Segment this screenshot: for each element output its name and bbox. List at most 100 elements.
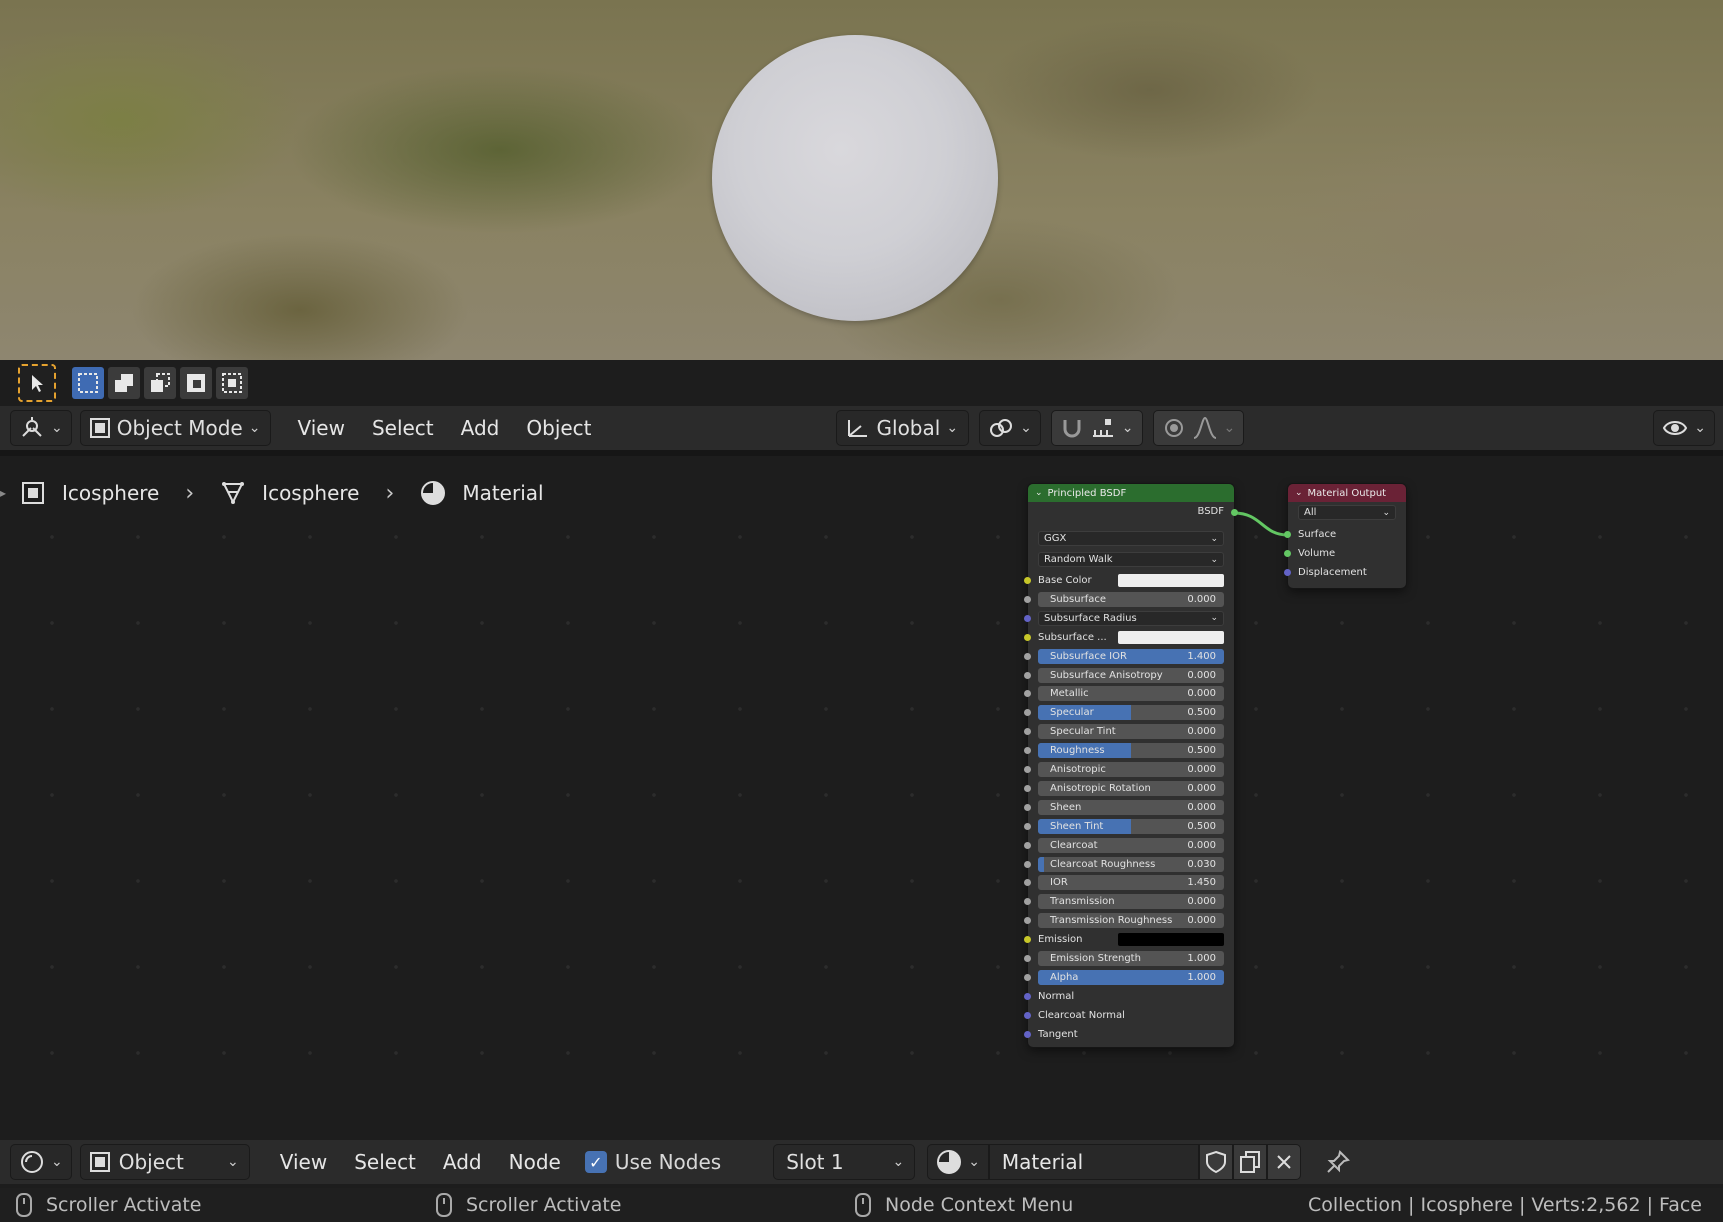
color-swatch[interactable] (1118, 574, 1224, 587)
icosphere-object[interactable] (712, 35, 998, 321)
select-cursor-tool[interactable] (18, 364, 56, 402)
slot-dropdown[interactable]: Slot 1 ⌄ (773, 1144, 916, 1180)
menu-node[interactable]: Node (509, 1150, 561, 1174)
displacement-socket[interactable] (1284, 569, 1291, 576)
menu-select[interactable]: Select (372, 416, 434, 440)
slider-label: Transmission Roughness (1050, 915, 1173, 927)
slider-label: Emission Strength (1050, 953, 1141, 964)
use-nodes-checkbox[interactable]: ✓ (584, 1151, 607, 1173)
vector-dropdown[interactable]: Subsurface Radius ⌄ (1038, 610, 1224, 626)
menu-view[interactable]: View (297, 416, 344, 440)
value-slider[interactable]: Clearcoat Roughness 0.030 (1038, 856, 1224, 872)
select-mode-new-button[interactable] (72, 367, 104, 399)
input-socket[interactable] (1024, 955, 1031, 962)
input-socket[interactable] (1024, 633, 1031, 641)
subsurface-method-dropdown[interactable]: Random Walk ⌄ (1038, 552, 1224, 567)
value-slider[interactable]: Anisotropic Rotation 0.000 (1038, 780, 1224, 796)
menu-view[interactable]: View (280, 1150, 327, 1174)
principled-bsdf-header[interactable]: ⌄ Principled BSDF (1028, 484, 1234, 502)
pin-button[interactable] (1325, 1149, 1351, 1175)
value-slider[interactable]: Specular 0.500 (1038, 705, 1224, 721)
collapse-chevron-icon[interactable]: ⌄ (1035, 488, 1043, 498)
select-mode-difference-button[interactable] (180, 367, 212, 399)
input-socket[interactable] (1024, 936, 1031, 944)
menu-add[interactable]: Add (443, 1150, 482, 1174)
select-mode-intersect-button[interactable] (216, 367, 248, 399)
shader-type-dropdown[interactable]: Object ⌄ (79, 1144, 250, 1180)
menu-object[interactable]: Object (526, 416, 591, 440)
input-socket[interactable] (1024, 973, 1031, 981)
value-slider[interactable]: Subsurface 0.000 (1038, 591, 1224, 607)
input-socket[interactable] (1024, 860, 1031, 868)
unlink-material-button[interactable] (1266, 1144, 1301, 1180)
value-slider[interactable]: Transmission Roughness 0.000 (1038, 913, 1224, 929)
volume-socket[interactable] (1284, 550, 1291, 557)
use-nodes-toggle[interactable]: ✓ Use Nodes (584, 1150, 721, 1174)
distribution-dropdown[interactable]: GGX ⌄ (1038, 531, 1224, 546)
input-socket[interactable] (1024, 841, 1031, 849)
menu-add[interactable]: Add (461, 416, 500, 440)
node-editor-type-button[interactable]: ⌄ (10, 1144, 72, 1180)
input-socket[interactable] (1024, 1011, 1031, 1019)
input-socket[interactable] (1024, 614, 1031, 622)
input-socket[interactable] (1024, 747, 1031, 755)
value-slider[interactable]: Subsurface Anisotropy 0.000 (1038, 667, 1224, 683)
value-slider[interactable]: Alpha 1.000 (1038, 969, 1224, 985)
visibility-dropdown[interactable]: ⌄ (1653, 410, 1715, 446)
output-target-dropdown[interactable]: All ⌄ (1298, 505, 1396, 520)
select-mode-subtract-button[interactable] (144, 367, 176, 399)
value-slider[interactable]: Sheen 0.000 (1038, 799, 1224, 815)
material-output-node[interactable]: ⌄ Material Output All ⌄ Surface Volume D… (1284, 484, 1406, 588)
input-socket[interactable] (1024, 766, 1031, 773)
value-slider[interactable]: Anisotropic 0.000 (1038, 762, 1224, 777)
value-slider[interactable]: Clearcoat 0.000 (1038, 837, 1224, 853)
value-slider[interactable]: Emission Strength 1.000 (1038, 951, 1224, 966)
object-mode-icon (89, 418, 110, 438)
material-icon (937, 1150, 962, 1174)
color-swatch[interactable] (1118, 933, 1224, 947)
material-output-header[interactable]: ⌄ Material Output (1288, 484, 1406, 502)
input-socket[interactable] (1024, 898, 1031, 906)
input-socket[interactable] (1024, 879, 1031, 887)
input-socket[interactable] (1024, 690, 1031, 698)
input-socket[interactable] (1024, 728, 1031, 736)
pivot-point-dropdown[interactable]: ⌄ (979, 410, 1041, 446)
value-slider[interactable]: Sheen Tint 0.500 (1038, 818, 1224, 834)
material-browse-button[interactable]: ⌄ (927, 1144, 989, 1180)
duplicate-material-button[interactable] (1232, 1144, 1267, 1180)
node-editor-canvas[interactable] (0, 456, 1723, 1126)
value-slider[interactable]: IOR 1.450 (1038, 875, 1224, 891)
input-socket[interactable] (1024, 917, 1031, 925)
value-slider[interactable]: Roughness 0.500 (1038, 743, 1224, 759)
input-socket[interactable] (1024, 595, 1031, 603)
3d-viewport[interactable] (0, 0, 1723, 360)
surface-socket[interactable] (1284, 531, 1291, 538)
fake-user-button[interactable] (1198, 1144, 1233, 1180)
editor-type-button[interactable]: ⌄ (10, 410, 72, 446)
bsdf-output-socket[interactable] (1231, 509, 1238, 516)
value-slider[interactable]: Metallic 0.000 (1038, 686, 1224, 702)
principled-bsdf-node[interactable]: ⌄ Principled BSDF BSDF GGX ⌄ Random Walk… (1024, 484, 1238, 1047)
input-socket[interactable] (1024, 671, 1031, 679)
color-swatch[interactable] (1118, 630, 1224, 644)
input-socket[interactable] (1024, 784, 1031, 792)
value-slider[interactable]: Subsurface IOR 1.400 (1038, 648, 1224, 664)
object-mode-dropdown[interactable]: Object Mode ⌄ (79, 410, 272, 446)
input-socket[interactable] (1024, 1030, 1031, 1038)
select-mode-extend-button[interactable] (108, 367, 140, 399)
value-slider[interactable]: Transmission 0.000 (1038, 894, 1224, 910)
input-socket[interactable] (1024, 803, 1031, 811)
value-slider[interactable]: Specular Tint 0.000 (1038, 724, 1224, 740)
input-socket[interactable] (1024, 577, 1031, 584)
input-socket[interactable] (1024, 652, 1031, 660)
snap-toggle[interactable]: ⌄ (1050, 410, 1143, 446)
input-socket[interactable] (1024, 822, 1031, 830)
proportional-editing-toggle[interactable]: ⌄ (1152, 410, 1245, 446)
breadcrumb-toggle-icon[interactable]: ▸ (0, 486, 6, 500)
input-socket[interactable] (1024, 992, 1031, 1000)
transform-orientation-dropdown[interactable]: Global ⌄ (835, 410, 970, 446)
input-socket[interactable] (1024, 709, 1031, 717)
menu-select[interactable]: Select (354, 1150, 416, 1174)
material-name-field[interactable]: Material (988, 1144, 1199, 1180)
collapse-chevron-icon[interactable]: ⌄ (1295, 488, 1303, 498)
